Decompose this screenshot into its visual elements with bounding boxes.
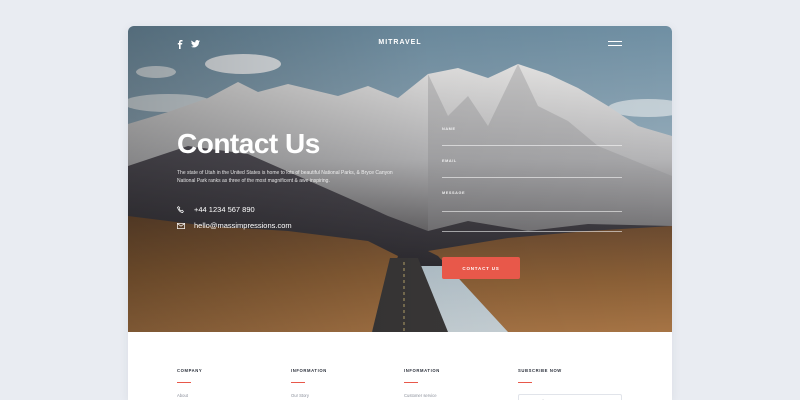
footer-heading: COMPANY	[177, 368, 203, 373]
hamburger-menu-icon[interactable]	[608, 41, 622, 49]
footer-column-company: COMPANY About	[177, 368, 202, 398]
footer-link-our-story[interactable]: Our Story	[291, 393, 327, 398]
contact-us-button[interactable]: CONTACT US	[442, 257, 520, 279]
phone-row[interactable]: +44 1234 567 890	[177, 205, 255, 214]
heading-underline	[177, 382, 191, 383]
mail-icon	[177, 222, 185, 230]
message-label: MESSAGE	[442, 191, 466, 195]
email-address[interactable]: hello@massimpressions.com	[194, 221, 292, 230]
page-title: Contact Us	[177, 128, 320, 159]
name-field: NAME	[442, 127, 622, 149]
footer-link-customer-service[interactable]: Customer service	[404, 393, 440, 398]
message-field[interactable]: MESSAGE	[442, 191, 622, 236]
email-row[interactable]: hello@massimpressions.com	[177, 221, 292, 230]
email-input[interactable]	[442, 164, 622, 178]
footer-link-about[interactable]: About	[177, 393, 202, 398]
brand-logo[interactable]: MITRAVEL	[128, 39, 672, 46]
footer: COMPANY About INFORMATION Our Story INFO…	[128, 332, 672, 400]
footer-heading: INFORMATION	[291, 368, 327, 373]
message-line	[442, 211, 622, 212]
page-card: MITRAVEL Contact Us The state of Utah in…	[128, 26, 672, 400]
heading-underline	[404, 382, 418, 383]
footer-column-subscribe: SUBSCRIBE NOW	[518, 368, 562, 383]
name-input[interactable]	[442, 132, 622, 146]
footer-heading: INFORMATION	[404, 368, 440, 373]
name-label: NAME	[442, 127, 456, 131]
heading-underline	[291, 382, 305, 383]
hero-description: The state of Utah in the United States i…	[177, 170, 393, 184]
footer-column-information-2: INFORMATION Customer service	[404, 368, 440, 398]
hero-section: MITRAVEL Contact Us The state of Utah in…	[128, 26, 672, 332]
heading-underline	[518, 382, 532, 383]
email-label: EMAIL	[442, 159, 457, 163]
phone-icon	[177, 205, 185, 214]
subscribe-box	[518, 394, 622, 400]
phone-number[interactable]: +44 1234 567 890	[194, 205, 255, 214]
message-line	[442, 231, 622, 232]
footer-heading: SUBSCRIBE NOW	[518, 368, 562, 373]
footer-column-information: INFORMATION Our Story	[291, 368, 327, 398]
top-navigation-bar: MITRAVEL	[128, 26, 672, 62]
email-field: EMAIL	[442, 159, 622, 181]
